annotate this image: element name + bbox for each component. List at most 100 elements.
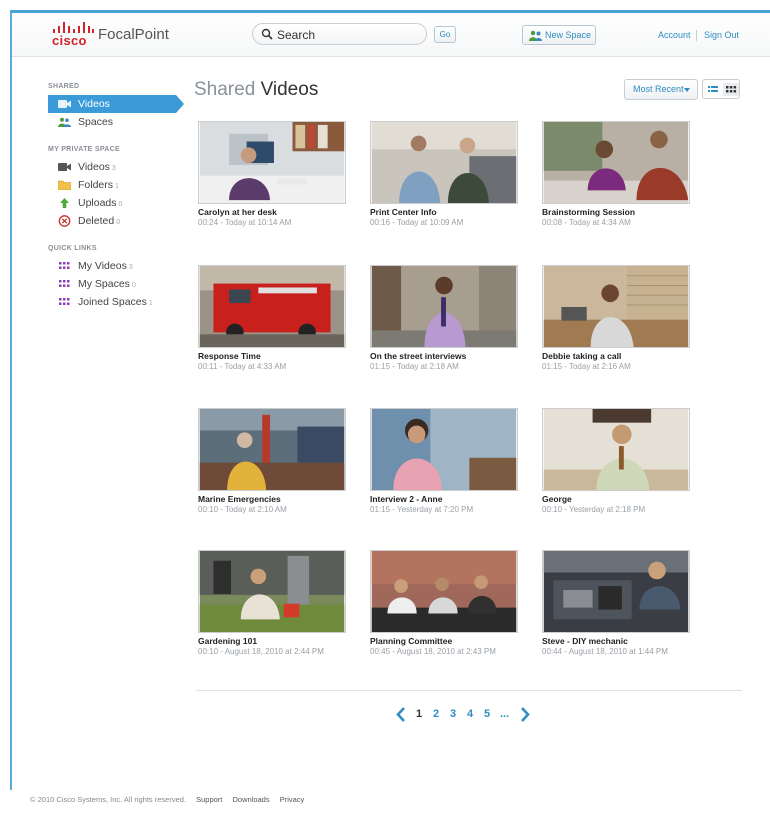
upload-arrow-icon: [60, 198, 69, 208]
list-view-icon[interactable]: [705, 83, 721, 96]
new-space-label: New Space: [545, 30, 592, 40]
grid-dots-icon: [59, 262, 70, 269]
sidebar-item-private-videos[interactable]: Videos 3: [48, 158, 188, 176]
page-5-link[interactable]: 5: [484, 708, 490, 720]
item-count: 3: [111, 165, 116, 172]
video-camera-icon: [58, 163, 71, 171]
page-1-link[interactable]: 1: [416, 708, 422, 720]
sidebar-item-label: My Videos: [78, 260, 127, 272]
grid-dots-icon: [59, 280, 70, 287]
video-thumbnail[interactable]: [542, 550, 690, 633]
page-3-link[interactable]: 3: [450, 708, 456, 720]
video-camera-icon: [58, 100, 71, 108]
video-title[interactable]: Gardening 101: [198, 636, 348, 646]
video-card[interactable]: On the street interviews 01:15 - Today a…: [370, 265, 520, 371]
video-thumbnail[interactable]: [542, 408, 690, 491]
new-space-button[interactable]: New Space: [522, 25, 596, 45]
page-4-link[interactable]: 4: [467, 708, 473, 720]
item-count: 1: [115, 183, 119, 190]
video-card[interactable]: Debbie taking a call 01:15 - Today at 2:…: [542, 265, 692, 371]
video-card[interactable]: Marine Emergencies 00:10 - Today at 2:10…: [198, 408, 348, 514]
sort-dropdown[interactable]: Most Recent: [624, 79, 698, 100]
sidebar-item-label: Videos: [78, 98, 110, 110]
page-title: Shared Videos: [194, 79, 318, 101]
sidebar-item-label: Folders: [78, 179, 114, 191]
sidebar-item-label: My Spaces: [78, 278, 130, 290]
video-thumbnail[interactable]: [198, 121, 346, 204]
support-link[interactable]: Support: [196, 795, 222, 804]
pagination: 1 2 3 4 5 ...: [396, 705, 546, 725]
video-title[interactable]: Response Time: [198, 351, 348, 361]
video-title[interactable]: Print Center Info: [370, 207, 520, 217]
go-button[interactable]: Go: [434, 26, 456, 43]
video-thumbnail[interactable]: [198, 550, 346, 633]
sidebar-item-joined-spaces[interactable]: Joined Spaces 1: [48, 293, 188, 311]
sidebar-item-shared-videos[interactable]: Videos: [48, 95, 184, 113]
video-thumbnail[interactable]: [542, 121, 690, 204]
video-thumbnail[interactable]: [542, 265, 690, 348]
search-input[interactable]: [277, 27, 417, 42]
video-thumbnail[interactable]: [198, 265, 346, 348]
video-meta: 01:15 - Yesterday at 7:20 PM: [370, 505, 474, 514]
search-box[interactable]: [252, 23, 427, 45]
video-title[interactable]: Carolyn at her desk: [198, 207, 348, 217]
video-meta: 00:44 - August 18, 2010 at 1:44 PM: [542, 647, 668, 656]
video-card[interactable]: Steve - DIY mechanic 00:44 - August 18, …: [542, 550, 692, 656]
video-card[interactable]: Carolyn at her desk 00:24 - Today at 10:…: [198, 121, 348, 227]
page-2-link[interactable]: 2: [433, 708, 439, 720]
video-meta: 00:16 - Today at 10:09 AM: [370, 218, 464, 227]
item-count: 0: [116, 219, 121, 226]
video-card[interactable]: Gardening 101 00:10 - August 18, 2010 at…: [198, 550, 348, 656]
video-card[interactable]: Brainstorming Session 00:08 - Today at 4…: [542, 121, 692, 227]
video-title[interactable]: Interview 2 - Anne: [370, 494, 520, 504]
sidebar-item-my-videos[interactable]: My Videos 3: [48, 257, 188, 275]
grid-view-icon[interactable]: [723, 83, 739, 96]
video-card[interactable]: Response Time 00:11 - Today at 4:33 AM: [198, 265, 348, 371]
video-meta: 00:08 - Today at 4:34 AM: [542, 218, 631, 227]
item-count: 0: [131, 282, 136, 289]
downloads-link[interactable]: Downloads: [232, 795, 269, 804]
sidebar-item-my-spaces[interactable]: My Spaces 0: [48, 275, 188, 293]
sidebar-item-deleted[interactable]: Deleted 0: [48, 212, 188, 230]
chevron-down-icon: [684, 88, 690, 92]
video-thumbnail[interactable]: [370, 550, 518, 633]
video-title[interactable]: Planning Committee: [370, 636, 520, 646]
search-icon: [261, 28, 273, 40]
video-title[interactable]: Debbie taking a call: [542, 351, 692, 361]
privacy-link[interactable]: Privacy: [280, 795, 305, 804]
sidebar-item-label: Videos: [78, 161, 110, 173]
sidebar-item-folders[interactable]: Folders 1: [48, 176, 188, 194]
video-meta: 00:11 - Today at 4:33 AM: [198, 362, 287, 371]
video-title[interactable]: Brainstorming Session: [542, 207, 692, 217]
chevron-left-icon[interactable]: [396, 707, 406, 722]
video-card[interactable]: George 00:10 - Yesterday at 2:18 PM: [542, 408, 692, 514]
video-title[interactable]: George: [542, 494, 692, 504]
video-meta: 00:24 - Today at 10:14 AM: [198, 218, 292, 227]
logo-wordmark: cisco: [52, 33, 87, 48]
sidebar-item-label: Joined Spaces: [78, 296, 147, 308]
cisco-logo[interactable]: cisco: [52, 21, 94, 49]
page-title-dark: Videos: [260, 79, 319, 100]
footer: © 2010 Cisco Systems, Inc. All rights re…: [30, 795, 304, 804]
sidebar-item-shared-spaces[interactable]: Spaces: [48, 113, 188, 131]
video-meta: 00:10 - Yesterday at 2:18 PM: [542, 505, 646, 514]
video-title[interactable]: On the street interviews: [370, 351, 520, 361]
video-thumbnail[interactable]: [370, 265, 518, 348]
page-title-light: Shared: [194, 79, 256, 100]
item-count: 3: [128, 264, 133, 271]
video-thumbnail[interactable]: [370, 121, 518, 204]
video-title[interactable]: Steve - DIY mechanic: [542, 636, 692, 646]
video-card[interactable]: Planning Committee 00:45 - August 18, 20…: [370, 550, 520, 656]
video-thumbnail[interactable]: [198, 408, 346, 491]
video-thumbnail[interactable]: [370, 408, 518, 491]
sidebar-item-label: Uploads: [78, 197, 117, 209]
video-title[interactable]: Marine Emergencies: [198, 494, 348, 504]
chevron-right-icon[interactable]: [520, 707, 530, 722]
view-toggle: [702, 79, 740, 99]
account-link[interactable]: Account: [658, 30, 691, 40]
video-card[interactable]: Interview 2 - Anne 01:15 - Yesterday at …: [370, 408, 520, 514]
sidebar-item-uploads[interactable]: Uploads 0: [48, 194, 188, 212]
sign-out-link[interactable]: Sign Out: [704, 30, 739, 40]
sidebar-heading-shared: SHARED: [48, 83, 80, 90]
video-card[interactable]: Print Center Info 00:16 - Today at 10:09…: [370, 121, 520, 227]
